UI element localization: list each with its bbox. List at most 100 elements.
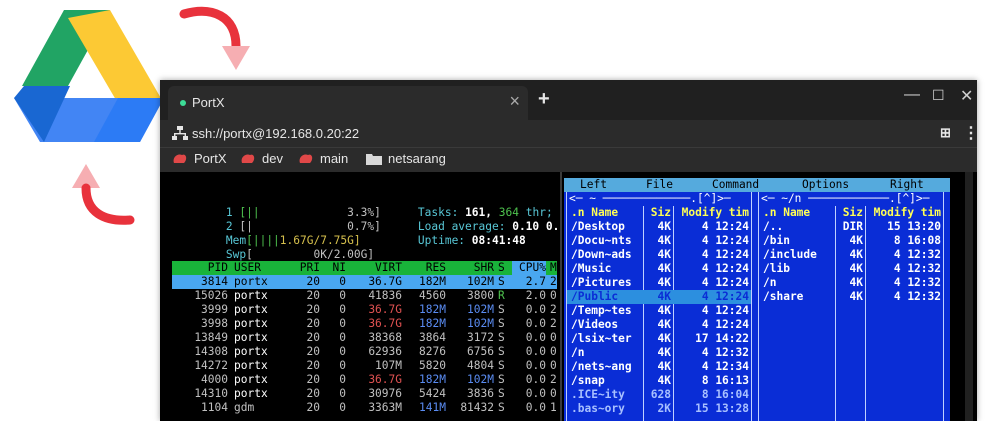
file-size: 4K [657, 290, 671, 303]
process-row[interactable]: 14272 portx 20 0 107M 5820 4804 S 0.0 0 [172, 359, 557, 373]
process-res: 8276 [419, 345, 446, 358]
mc-menu-left[interactable]: Left [580, 178, 607, 192]
process-pid: 14308 [194, 345, 228, 358]
mc-right-panel[interactable]: <─ ~/n ────────────.[^]>─ .n Name Siz Mo… [758, 192, 944, 421]
process-cpu: 0.0 [525, 387, 546, 400]
file-row[interactable]: /lib 4K 4 12:32 [759, 262, 943, 276]
file-name: /Desktop [571, 220, 625, 233]
file-row[interactable]: /.. DIR 15 13:20 [759, 220, 943, 234]
bookmark-netsarang[interactable]: netsarang [366, 151, 446, 166]
file-row[interactable]: /Down~ads 4K 4 12:24 [567, 248, 751, 262]
mc-left-panel[interactable]: <─ ~ ─────────────.[^]>─ .n Name Siz Mod… [566, 192, 752, 421]
address-url[interactable]: ssh://portx@192.168.0.20:22 [192, 126, 359, 141]
maximize-button[interactable]: ☐ [932, 87, 945, 104]
bookmark-label: netsarang [388, 151, 446, 166]
process-user: gdm [234, 401, 255, 414]
mc-menu-options[interactable]: Options [802, 178, 849, 192]
process-res: 4560 [419, 289, 446, 302]
process-row[interactable]: 14308 portx 20 0 62936 8276 6756 S 0.0 0 [172, 345, 557, 359]
mc-menu-right[interactable]: Right [890, 178, 924, 192]
process-shr: 102M [467, 303, 494, 316]
file-row[interactable]: /lsix~ter 4K 17 14:22 [567, 332, 751, 346]
process-ni: 0 [339, 373, 346, 386]
process-ni: 0 [339, 331, 346, 344]
process-row[interactable]: 4000 portx 20 0 36.7G 182M 102M S 0.0 2 [172, 373, 557, 387]
process-pri: 20 [306, 345, 320, 358]
file-row[interactable]: .ICE~ity 628 8 16:04 [567, 388, 751, 402]
process-pid: 14310 [194, 387, 228, 400]
file-name: /n [763, 276, 777, 289]
file-name: /Videos [571, 318, 619, 331]
process-virt: 107M [375, 359, 402, 372]
process-row[interactable]: 1104 gdm 20 0 3363M 141M 81432 S 0.0 1 [172, 401, 557, 415]
file-name: /Docu~nts [571, 234, 632, 247]
tab-close-icon[interactable]: × [509, 91, 520, 112]
file-row[interactable]: /Pictures 4K 4 12:24 [567, 276, 751, 290]
file-name: /snap [571, 374, 605, 387]
mc-menu-command[interactable]: Command [712, 178, 759, 192]
pane-divider[interactable] [560, 172, 562, 421]
process-table-header[interactable]: PID USER PRI NI VIRT RES SHR S CPU% ME [172, 261, 560, 275]
process-user: portx [234, 373, 268, 386]
process-row[interactable]: 3814 portx 20 0 36.7G 182M 102M S 2.7 2 [172, 275, 557, 289]
terminal-scrollbar[interactable] [961, 172, 977, 421]
process-mem: 0 [550, 331, 557, 344]
file-name: /Pictures [571, 276, 632, 289]
file-name: /lsix~ter [571, 332, 632, 345]
bookmark-label: dev [262, 151, 283, 166]
process-pri: 20 [306, 401, 320, 414]
process-cpu: 0.0 [525, 359, 546, 372]
file-time: 4 12:32 [893, 248, 941, 261]
more-menu-icon[interactable]: ⋮ [963, 123, 977, 143]
process-row[interactable]: 3998 portx 20 0 36.7G 182M 102M S 0.0 2 [172, 317, 557, 331]
process-row[interactable]: 14310 portx 20 0 30976 5424 3836 S 0.0 0 [172, 387, 557, 401]
process-pri: 20 [306, 359, 320, 372]
process-user: portx [234, 317, 268, 330]
bookmark-portx[interactable]: PortX [172, 151, 227, 166]
bookmark-dev[interactable]: dev [240, 151, 283, 166]
bookmark-main[interactable]: main [298, 151, 348, 166]
process-virt: 62936 [368, 345, 402, 358]
file-name: /.. [763, 220, 784, 233]
process-ni: 0 [339, 401, 346, 414]
file-time: 8 16:04 [701, 388, 749, 401]
file-row[interactable]: /Music 4K 4 12:24 [567, 262, 751, 276]
new-tab-button[interactable]: + [538, 88, 550, 111]
process-pri: 20 [306, 303, 320, 316]
file-row[interactable]: /Public 4K 4 12:24 [567, 290, 751, 304]
file-row[interactable]: .bas~ory 2K 15 13:28 [567, 402, 751, 416]
file-row[interactable]: /Desktop 4K 4 12:24 [567, 220, 751, 234]
process-row[interactable]: 13849 portx 20 0 38368 3864 3172 S 0.0 0 [172, 331, 557, 345]
process-pri: 20 [306, 373, 320, 386]
file-row[interactable]: /n 4K 4 12:32 [567, 346, 751, 360]
scrollbar-thumb[interactable] [965, 172, 973, 421]
address-bar[interactable]: ssh://portx@192.168.0.20:22 ⊞ ⋮ [160, 120, 977, 148]
tab-portx[interactable]: PortX × [168, 86, 528, 120]
file-row[interactable]: /bin 4K 8 16:08 [759, 234, 943, 248]
file-row[interactable]: /share 4K 4 12:32 [759, 290, 943, 304]
file-time: 8 16:13 [701, 374, 749, 387]
file-name: .ICE~ity [571, 388, 625, 401]
file-row[interactable]: /Temp~tes 4K 4 12:24 [567, 304, 751, 318]
process-virt: 36.7G [368, 317, 402, 330]
terminal[interactable]: 1 [|| 3.3%] 2 [| 0.7%] Mem[||||1.67G/7.7… [160, 172, 977, 421]
mc-menu-bar: Left File Command Options Right [564, 178, 950, 192]
file-row[interactable]: /n 4K 4 12:32 [759, 276, 943, 290]
mc-menu-file[interactable]: File [646, 178, 673, 192]
file-row[interactable]: /include 4K 4 12:32 [759, 248, 943, 262]
file-size: 4K [849, 234, 863, 247]
process-virt: 30976 [368, 387, 402, 400]
process-shr: 3836 [467, 387, 494, 400]
process-shr: 4804 [467, 359, 494, 372]
file-row[interactable]: /Docu~nts 4K 4 12:24 [567, 234, 751, 248]
file-time: 4 12:24 [701, 262, 749, 275]
close-button[interactable]: ✕ [960, 86, 973, 106]
process-row[interactable]: 15026 portx 20 0 41836 4560 3800 R 2.0 0 [172, 289, 557, 303]
layout-icon[interactable]: ⊞ [940, 125, 951, 141]
file-row[interactable]: /snap 4K 8 16:13 [567, 374, 751, 388]
file-row[interactable]: /Videos 4K 4 12:24 [567, 318, 751, 332]
process-row[interactable]: 3999 portx 20 0 36.7G 182M 102M S 0.0 2 [172, 303, 557, 317]
minimize-button[interactable]: — [904, 86, 920, 104]
file-row[interactable]: /nets~ang 4K 4 12:34 [567, 360, 751, 374]
process-res: 182M [419, 373, 446, 386]
